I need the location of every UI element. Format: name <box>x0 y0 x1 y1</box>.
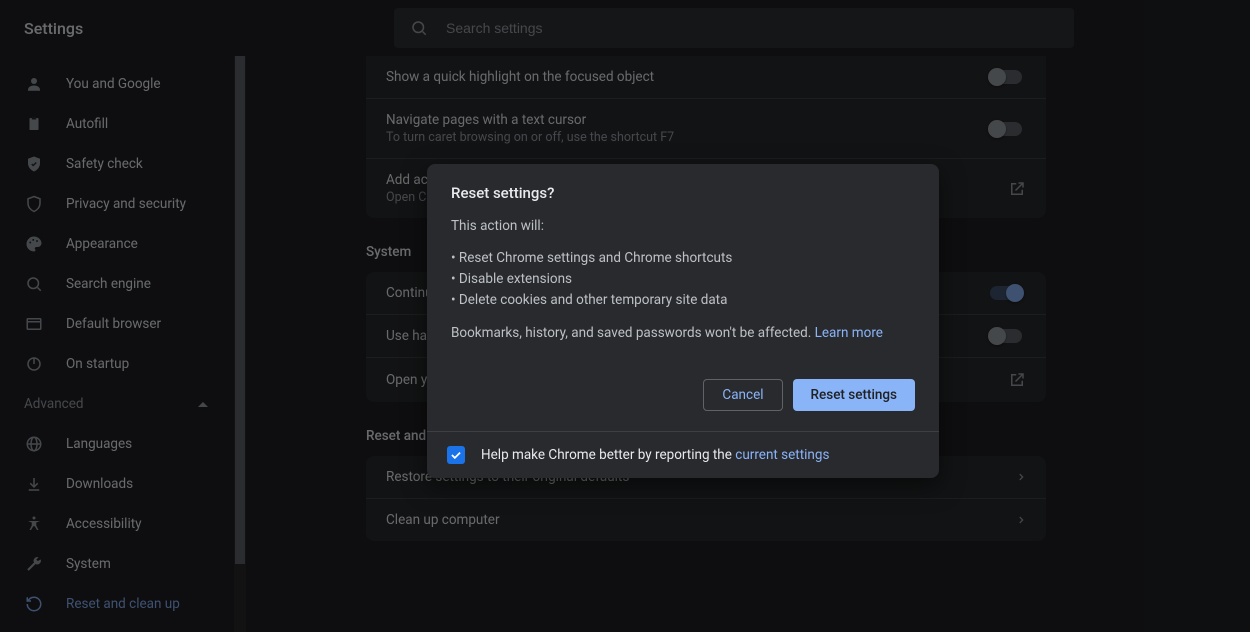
reset-dialog: Reset settings? This action will: • Rese… <box>427 164 939 478</box>
dialog-intro: This action will: <box>451 218 915 234</box>
dialog-note-text: Bookmarks, history, and saved passwords … <box>451 325 815 341</box>
current-settings-link[interactable]: current settings <box>735 447 829 463</box>
dialog-bullet: Delete cookies and other temporary site … <box>459 292 728 308</box>
learn-more-link[interactable]: Learn more <box>815 325 883 341</box>
dialog-bullet: Reset Chrome settings and Chrome shortcu… <box>459 250 732 266</box>
dialog-title: Reset settings? <box>451 184 915 202</box>
help-checkbox[interactable] <box>447 446 465 464</box>
help-text: Help make Chrome better by reporting the… <box>481 447 829 463</box>
dialog-bullet: Disable extensions <box>459 271 572 287</box>
reset-settings-button[interactable]: Reset settings <box>793 379 915 411</box>
dialog-bullets: • Reset Chrome settings and Chrome short… <box>451 248 915 311</box>
cancel-button[interactable]: Cancel <box>703 379 782 411</box>
dialog-note: Bookmarks, history, and saved passwords … <box>451 325 915 341</box>
